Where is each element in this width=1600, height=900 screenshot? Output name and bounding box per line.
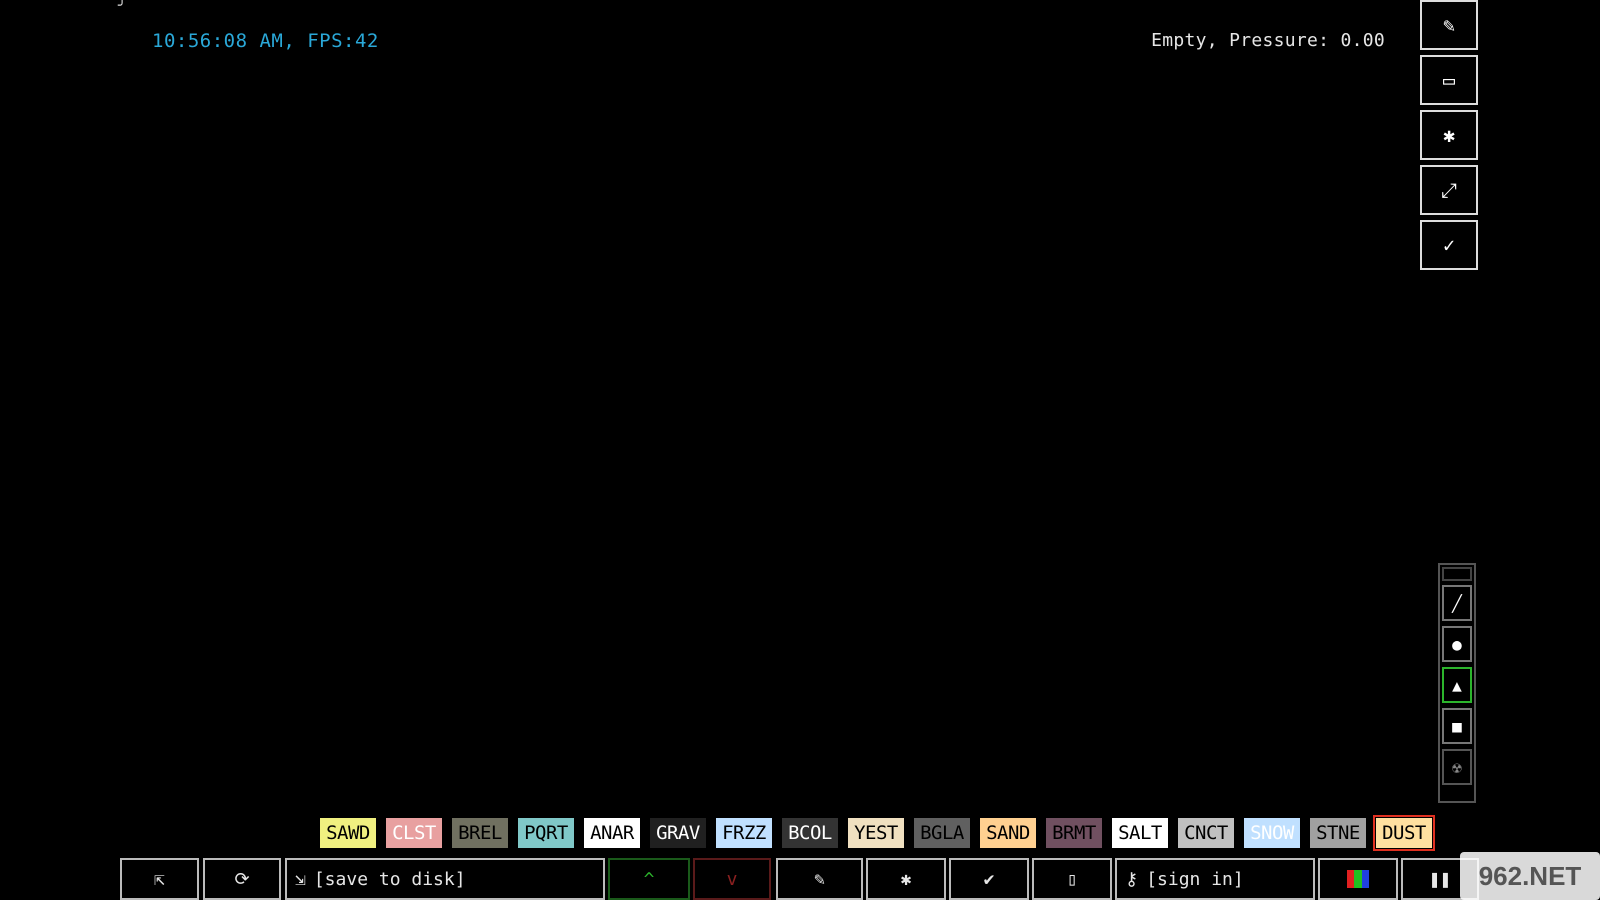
sign-in-button[interactable]: ⚷ [sign in] (1115, 858, 1315, 900)
key-icon: ⚷ (1125, 868, 1139, 890)
save-to-disk-button[interactable]: ⇲ [save to disk] (285, 858, 605, 900)
element-button-anar[interactable]: ANAR (584, 818, 640, 848)
tools-button[interactable]: ✓ (1420, 220, 1478, 270)
element-button-bgla[interactable]: BGLA (914, 818, 970, 848)
settings-button[interactable]: ✱ (1420, 110, 1478, 160)
eraser-button[interactable]: ✎ (1420, 0, 1478, 50)
resize-button[interactable]: ⤢ (1420, 165, 1478, 215)
vote-down-button[interactable]: v (693, 858, 771, 900)
menu-radioactive-button[interactable]: ☢ (1442, 749, 1472, 785)
element-category-menu: ╱ ● ▲ ■ ☢ (1438, 563, 1476, 803)
report-bug-button[interactable]: ✱ (866, 858, 946, 900)
element-button-salt[interactable]: SALT (1112, 818, 1168, 848)
powders-icon: ▲ (1452, 675, 1462, 695)
console-icon: ▭ (1442, 68, 1456, 92)
vote-down-icon: v (726, 868, 738, 890)
vote-up-icon: ^ (643, 868, 655, 890)
tag-icon: ✎ (814, 868, 825, 890)
reload-icon: ⟳ (234, 868, 250, 890)
rgb-color-icon (1347, 870, 1369, 888)
element-button-pqrt[interactable]: PQRT (518, 818, 574, 848)
element-button-dust[interactable]: DUST (1373, 815, 1435, 851)
element-palette: SAWD CLST BREL PQRT ANAR GRAV FRZZ BCOL YEST BGLA… (320, 815, 1435, 851)
element-button-grav[interactable]: GRAV (650, 818, 706, 848)
mouse-cursor-icon: ╯ (118, 0, 127, 14)
render-options-button[interactable] (1318, 858, 1398, 900)
pause-icon: ❚❚ (1429, 868, 1451, 890)
element-button-snow[interactable]: SNOW (1244, 818, 1300, 848)
bottom-toolbar: ⇱ ⟳ ⇲ [save to disk] ^ v ✎ ✱ ✔ ▯ ⚷ [sign… (0, 858, 1600, 900)
eraser-icon: ✎ (1442, 13, 1456, 37)
new-file-icon: ▯ (1066, 868, 1078, 890)
open-icon: ⇱ (154, 868, 165, 890)
element-button-yest[interactable]: YEST (848, 818, 904, 848)
new-simulation-button[interactable]: ▯ (1032, 858, 1112, 900)
open-save-button[interactable]: ⇱ (120, 858, 199, 900)
menu-powders-button[interactable]: ▲ (1442, 667, 1472, 703)
save-to-disk-label: [save to disk] (313, 868, 466, 890)
menu-solids-button[interactable]: ■ (1442, 708, 1472, 744)
time-fps-readout: 10:56:08 AM, FPS:42 (152, 30, 379, 52)
watermark-logo: 962.NET (1460, 852, 1600, 900)
element-button-sand[interactable]: SAND (980, 818, 1036, 848)
element-button-sawd[interactable]: SAWD (320, 818, 376, 848)
resize-icon: ⤢ (1441, 178, 1457, 202)
settings-gear-icon: ✱ (1442, 123, 1456, 147)
menu-liquids-button[interactable]: ● (1442, 626, 1472, 662)
vote-up-button[interactable]: ^ (608, 858, 690, 900)
options-button[interactable]: ✔ (949, 858, 1029, 900)
electronics-icon: ╱ (1452, 593, 1462, 613)
menu-electronics-button[interactable]: ╱ (1442, 585, 1472, 621)
tag-button[interactable]: ✎ (776, 858, 863, 900)
save-icon: ⇲ (295, 868, 306, 890)
tools-icon: ✓ (1442, 233, 1456, 257)
element-button-bcol[interactable]: BCOL (782, 818, 838, 848)
pressure-readout: Empty, Pressure: 0.00 (1151, 30, 1385, 51)
element-button-cnct[interactable]: CNCT (1178, 818, 1234, 848)
check-icon: ✔ (983, 868, 995, 890)
element-button-frzz[interactable]: FRZZ (716, 818, 772, 848)
element-button-brmt[interactable]: BRMT (1046, 818, 1102, 848)
element-button-brel[interactable]: BREL (452, 818, 508, 848)
reload-button[interactable]: ⟳ (203, 858, 281, 900)
console-button[interactable]: ▭ (1420, 55, 1478, 105)
sign-in-label: [sign in] (1146, 868, 1244, 890)
element-button-clst[interactable]: CLST (386, 818, 442, 848)
solids-icon: ■ (1452, 716, 1462, 736)
element-button-stne[interactable]: STNE (1310, 818, 1366, 848)
bug-icon: ✱ (900, 868, 912, 890)
radioactive-icon: ☢ (1452, 757, 1462, 777)
menu-walls-button[interactable] (1442, 567, 1472, 581)
game-canvas[interactable]: ╯ 10:56:08 AM, FPS:42 Empty, Pressure: 0… (0, 0, 1600, 900)
liquids-icon: ● (1452, 634, 1462, 654)
right-toolbar: ✎ ▭ ✱ ⤢ ✓ (1420, 0, 1480, 275)
